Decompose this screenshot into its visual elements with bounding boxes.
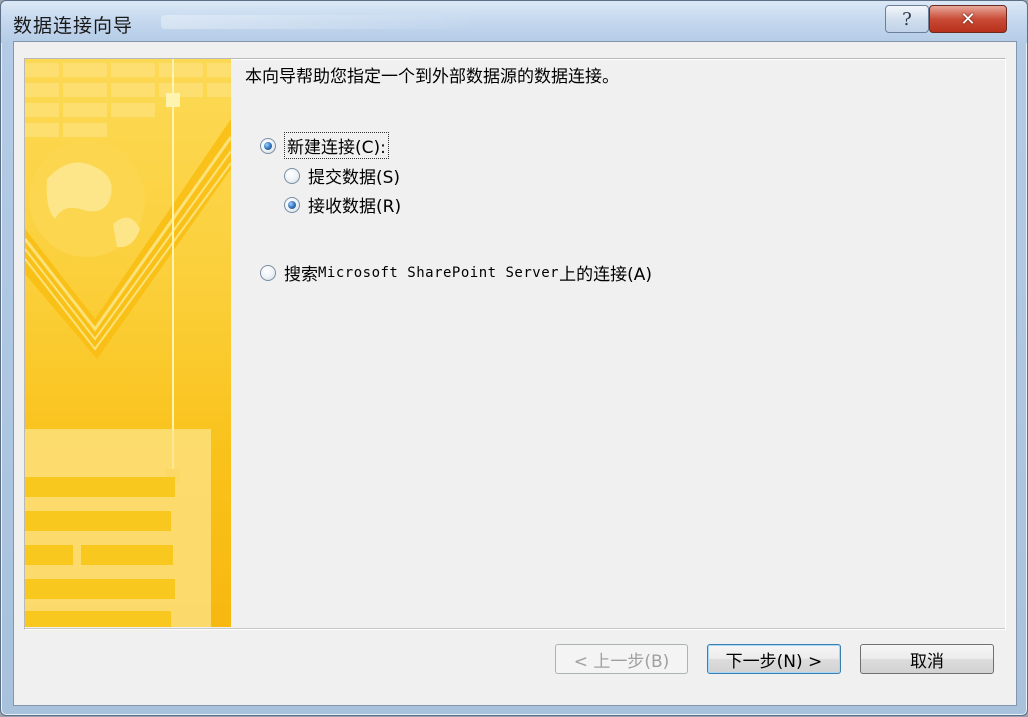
- cancel-button-label: 取消: [910, 651, 944, 672]
- title-bar[interactable]: 数据连接向导 ? ✕: [1, 1, 1027, 43]
- close-button[interactable]: ✕: [929, 5, 1007, 33]
- option-new-connection[interactable]: 新建连接(C):: [260, 132, 389, 159]
- wizard-banner: [25, 59, 231, 627]
- back-button[interactable]: < 上一步(B): [555, 644, 688, 674]
- option-submit-data[interactable]: 提交数据(S): [284, 163, 400, 188]
- question-mark-icon: ?: [902, 8, 912, 30]
- option-receive-data[interactable]: 接收数据(R): [284, 192, 401, 217]
- help-button[interactable]: ?: [885, 5, 929, 33]
- dialog-client-area: 本向导帮助您指定一个到外部数据源的数据连接。 新建连接(C): 提交数据(S) …: [13, 41, 1017, 706]
- close-icon: ✕: [960, 8, 976, 30]
- next-button[interactable]: 下一步(N) >: [707, 644, 841, 674]
- submit-data-label: 提交数据(S): [308, 168, 401, 188]
- search-prefix-label: 搜索: [284, 265, 318, 285]
- dialog-window: 数据连接向导 ? ✕ 本向导帮助您指定一个到外部数据源的数据连接。 新建连接(C…: [0, 0, 1028, 716]
- submit-data-radio[interactable]: [284, 167, 300, 184]
- title-bar-highlight: [161, 15, 481, 29]
- next-button-label: 下一步(N) >: [725, 651, 823, 672]
- search-sharepoint-radio[interactable]: [260, 264, 276, 281]
- globe-icon: [29, 141, 145, 257]
- wizard-intro-text: 本向导帮助您指定一个到外部数据源的数据连接。: [245, 67, 619, 87]
- wizard-banner-art: [25, 59, 231, 627]
- receive-data-label: 接收数据(R): [308, 197, 402, 217]
- search-suffix-label: 上的连接(A): [559, 265, 652, 285]
- window-title: 数据连接向导: [13, 15, 134, 37]
- back-button-label: < 上一步(B): [573, 651, 670, 672]
- receive-data-radio[interactable]: [284, 196, 300, 213]
- footer-separator: [25, 628, 1005, 630]
- cancel-button[interactable]: 取消: [860, 644, 994, 674]
- sharepoint-product-label: Microsoft SharePoint Server: [318, 264, 560, 281]
- option-search-sharepoint[interactable]: 搜索 Microsoft SharePoint Server 上的连接(A): [260, 260, 652, 285]
- new-connection-radio[interactable]: [260, 137, 276, 154]
- new-connection-label: 新建连接(C):: [284, 132, 389, 159]
